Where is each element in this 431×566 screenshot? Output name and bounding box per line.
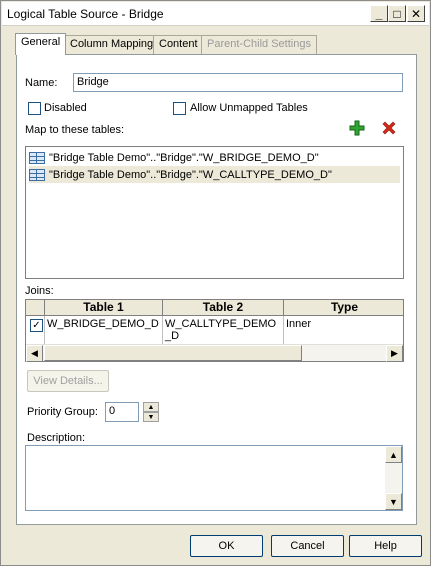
cancel-button[interactable]: Cancel — [271, 535, 344, 557]
tab-general[interactable]: General — [15, 33, 67, 55]
join-table1-cell: W_BRIDGE_DEMO_D — [45, 316, 163, 344]
description-vertical-scrollbar[interactable]: ▲ ▼ — [385, 446, 402, 510]
help-button[interactable]: Help — [349, 535, 422, 557]
mapped-tables-list[interactable]: "Bridge Table Demo".."Bridge"."W_BRIDGE_… — [25, 146, 404, 279]
scroll-left-icon[interactable]: ◀ — [26, 345, 43, 362]
allow-unmapped-label: Allow Unmapped Tables — [190, 102, 308, 114]
column-header-type[interactable]: Type — [284, 300, 405, 316]
maximize-button[interactable]: □ — [388, 5, 406, 22]
map-tables-label: Map to these tables: — [25, 124, 125, 136]
window-title: Logical Table Source - Bridge — [7, 7, 164, 21]
scroll-right-icon[interactable]: ▶ — [386, 345, 403, 362]
title-bar[interactable]: Logical Table Source - Bridge _ □ ✕ — [2, 2, 429, 26]
checkbox-column-header — [26, 300, 45, 316]
name-input[interactable]: Bridge — [73, 73, 403, 92]
joins-header: Table 1 Table 2 Type — [26, 300, 403, 316]
priority-group-input[interactable]: 0 — [105, 402, 139, 422]
description-textarea[interactable]: ▲ ▼ — [25, 445, 403, 511]
tab-content[interactable]: Content — [153, 35, 204, 54]
tab-parent-child-settings: Parent-Child Settings — [201, 35, 317, 54]
table-icon — [29, 151, 45, 164]
joins-label: Joins: — [25, 285, 54, 297]
allow-unmapped-checkbox[interactable] — [173, 102, 186, 115]
scrollbar-thumb[interactable] — [44, 345, 302, 361]
logical-table-source-dialog: Logical Table Source - Bridge _ □ ✕ Gene… — [0, 0, 431, 566]
joins-grid[interactable]: Table 1 Table 2 Type ✓ W_BRIDGE_DEMO_D W… — [25, 299, 404, 362]
add-table-button[interactable] — [348, 119, 366, 137]
list-item[interactable]: "Bridge Table Demo".."Bridge"."W_CALLTYP… — [29, 166, 400, 183]
disabled-label: Disabled — [44, 102, 87, 114]
view-details-button: View Details... — [27, 370, 109, 392]
x-icon — [382, 121, 396, 135]
priority-group-label: Priority Group: — [27, 406, 98, 418]
remove-table-button[interactable] — [380, 119, 398, 137]
table-row[interactable]: ✓ W_BRIDGE_DEMO_D W_CALLTYPE_DEMO_D Inne… — [26, 316, 403, 344]
join-table2-cell: W_CALLTYPE_DEMO_D — [163, 316, 284, 344]
close-button[interactable]: ✕ — [407, 5, 425, 22]
tab-column-mapping[interactable]: Column Mapping — [64, 35, 160, 54]
list-item[interactable]: "Bridge Table Demo".."Bridge"."W_BRIDGE_… — [29, 149, 400, 166]
column-header-table1[interactable]: Table 1 — [45, 300, 163, 316]
ok-button[interactable]: OK — [190, 535, 263, 557]
joins-horizontal-scrollbar[interactable]: ◀ ▶ — [26, 344, 403, 362]
table-icon — [29, 168, 45, 181]
description-label: Description: — [27, 432, 86, 444]
disabled-checkbox[interactable] — [28, 102, 41, 115]
join-type-cell: Inner — [286, 318, 312, 330]
spin-down-icon[interactable]: ▼ — [143, 412, 159, 422]
join-checkbox-cell: ✓ — [26, 316, 45, 344]
scroll-down-icon[interactable]: ▼ — [385, 493, 402, 510]
scroll-up-icon[interactable]: ▲ — [385, 446, 402, 463]
plus-icon — [349, 120, 365, 136]
mapped-table-label: "Bridge Table Demo".."Bridge"."W_BRIDGE_… — [49, 151, 319, 164]
spin-up-icon[interactable]: ▲ — [143, 402, 159, 412]
name-label: Name: — [25, 77, 58, 89]
minimize-button[interactable]: _ — [370, 5, 388, 22]
mapped-table-label: "Bridge Table Demo".."Bridge"."W_CALLTYP… — [49, 168, 332, 181]
join-checkbox[interactable]: ✓ — [30, 319, 43, 332]
column-header-table2[interactable]: Table 2 — [163, 300, 284, 316]
